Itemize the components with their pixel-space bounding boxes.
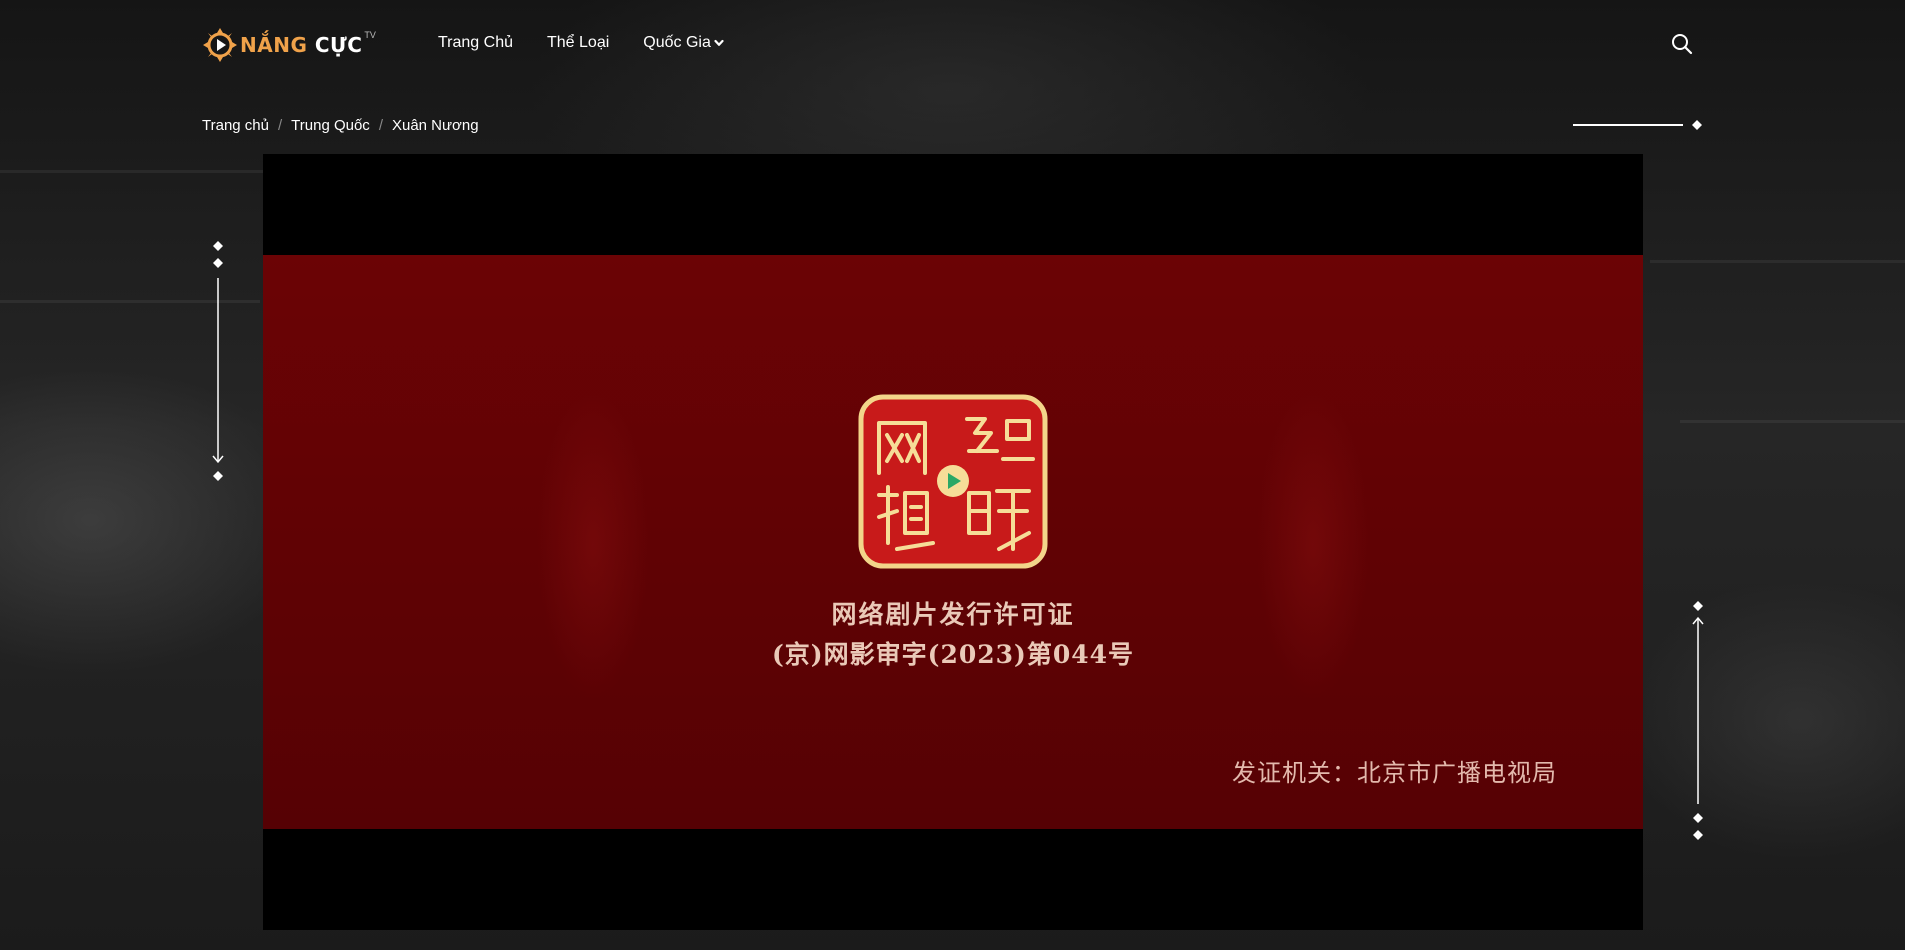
nav-item-home[interactable]: Trang Chủ	[438, 34, 513, 52]
breadcrumb-item-home[interactable]: Trang chủ	[202, 117, 269, 134]
decorative-arrow-up	[1692, 601, 1704, 840]
license-number: (京)网影审字(2023)第044号	[771, 640, 1135, 669]
background-rail	[1680, 420, 1905, 423]
nav-item-countries[interactable]: Quốc Gia	[643, 34, 724, 52]
license-title: 网络剧片发行许可证	[831, 600, 1075, 629]
breadcrumb-item-title[interactable]: Xuân Nương	[392, 117, 479, 134]
breadcrumb-separator: /	[277, 117, 283, 134]
play-logo-icon	[203, 28, 237, 62]
nav-item-label: Thể Loại	[547, 34, 610, 51]
nav-item-label: Quốc Gia	[643, 34, 711, 51]
top-navbar: NẮNG CỰC TV Trang Chủ Thể Loại Quốc Gia	[0, 0, 1905, 90]
logo-text-part2: CỰC	[307, 33, 363, 57]
breadcrumb-item-country[interactable]: Trung Quốc	[291, 117, 370, 134]
breadcrumb-separator: /	[378, 117, 383, 134]
nav-item-genres[interactable]: Thể Loại	[547, 34, 609, 52]
nav-item-label: Trang Chủ	[438, 34, 513, 51]
background-rail	[1650, 260, 1905, 263]
license-seal-icon	[858, 394, 1048, 569]
video-player[interactable]: 网络剧片发行许可证 (京)网影审字(2023)第044号 发证机关：北京市广播电…	[263, 154, 1643, 930]
breadcrumb: Trang chủ / Trung Quốc / Xuân Nương	[202, 117, 479, 134]
main-nav: Trang Chủ Thể Loại Quốc Gia	[438, 34, 724, 52]
chevron-down-icon	[714, 39, 724, 46]
decorative-line-diamond	[1573, 120, 1702, 130]
logo-text: NẮNG CỰC	[240, 33, 362, 57]
search-icon[interactable]	[1671, 33, 1693, 55]
site-logo[interactable]: NẮNG CỰC TV	[202, 26, 376, 64]
license-issuer: 发证机关：北京市广播电视局	[1232, 760, 1557, 787]
decorative-arrow-down	[212, 241, 224, 481]
logo-suffix: TV	[364, 30, 376, 40]
logo-text-part1: NẮNG	[240, 33, 308, 57]
video-frame: 网络剧片发行许可证 (京)网影审字(2023)第044号 发证机关：北京市广播电…	[263, 255, 1643, 829]
